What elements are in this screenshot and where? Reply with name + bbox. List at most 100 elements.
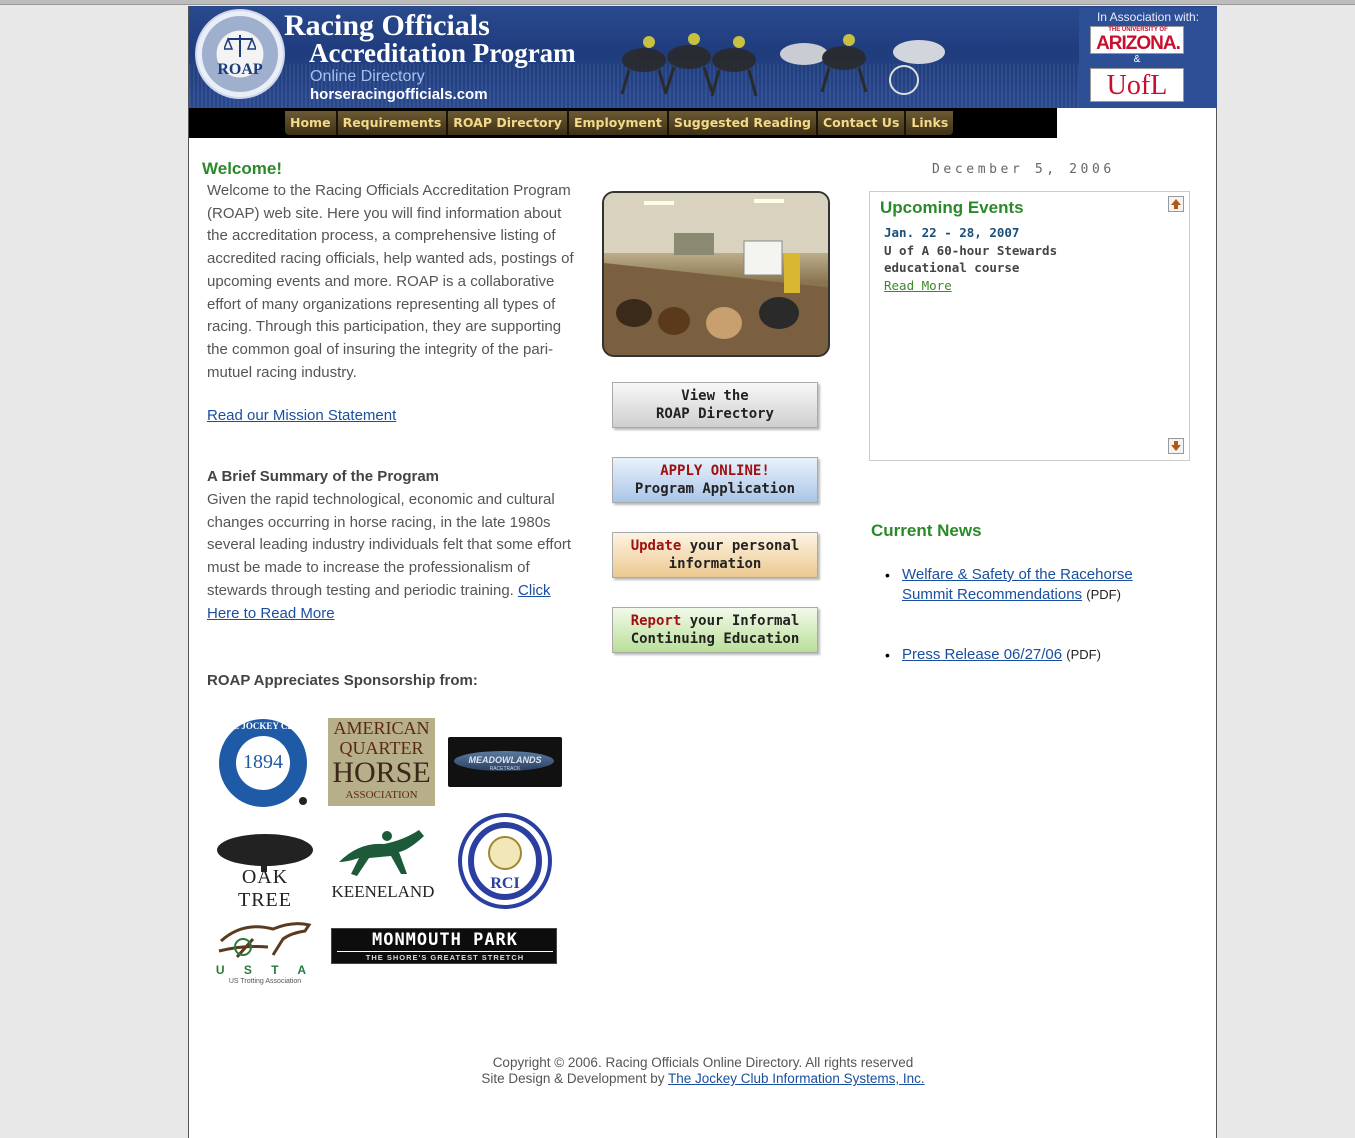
design-credit: Site Design & Development by The Jockey …: [189, 1071, 1217, 1087]
oak-tree-name: OAK TREE: [238, 866, 292, 911]
jockey-club-logo[interactable]: 1894 THE JOCKEY CLUB: [219, 717, 311, 809]
roap-seal-logo[interactable]: ROAP: [195, 9, 285, 99]
aqha-line4: ASSOCIATION: [345, 789, 418, 801]
aqha-line3: HORSE: [332, 756, 431, 789]
nav-home[interactable]: Home: [285, 111, 338, 135]
association-label: In Association with:: [1096, 10, 1200, 24]
scroll-up-button[interactable]: [1168, 196, 1184, 212]
events-heading: Upcoming Events: [880, 198, 1024, 217]
report-rest: your Informal: [681, 613, 800, 629]
monmouth-name: MONMOUTH PARK: [371, 930, 519, 950]
arrow-down-icon: [1171, 441, 1181, 451]
classroom-scene: [604, 193, 828, 355]
update-info-line1: Update your personal: [613, 537, 817, 555]
jockey-club-name: THE JOCKEY CLUB: [220, 721, 306, 731]
event-date: Jan. 22 - 28, 2007: [884, 225, 1020, 240]
logo-text: ROAP: [217, 61, 263, 78]
nav-contact-us[interactable]: Contact Us: [818, 111, 907, 135]
news-item: • Press Release 06/27/06 (PDF): [885, 645, 1101, 665]
view-directory-line1: View the: [681, 388, 749, 404]
design-credit-prefix: Site Design & Development by: [481, 1071, 668, 1086]
jockey-club-year: 1894: [243, 751, 283, 773]
usta-letters: U S T A: [215, 963, 315, 977]
meadowlands-logo[interactable]: MEADOWLANDS RACETRACK: [448, 737, 562, 787]
usta-sub: US Trotting Association: [228, 978, 302, 985]
current-date: December 5, 2006: [932, 162, 1115, 177]
nav-suggested-reading[interactable]: Suggested Reading: [669, 111, 818, 135]
bullet-icon: •: [885, 567, 890, 583]
university-of-arizona-logo[interactable]: THE UNIVERSITY OF ARIZONA.: [1090, 26, 1184, 54]
site-subtitle: Online Directory: [310, 68, 425, 85]
nav-roap-directory[interactable]: ROAP Directory: [448, 111, 569, 135]
scroll-down-button[interactable]: [1168, 438, 1184, 454]
sponsors-heading: ROAP Appreciates Sponsorship from:: [207, 672, 478, 689]
monmouth-tagline: THE SHORE'S GREATEST STRETCH: [365, 953, 525, 962]
apply-online-button[interactable]: APPLY ONLINE! Program Application: [612, 457, 818, 503]
update-info-line2: information: [668, 556, 762, 572]
usta-trotter-icon: [218, 922, 312, 958]
design-credit-link[interactable]: The Jockey Club Information Systems, Inc…: [668, 1071, 925, 1086]
news-link-welfare-line1[interactable]: Welfare & Safety of the Racehorse: [902, 566, 1133, 583]
site-domain: horseracingofficials.com: [310, 86, 488, 103]
report-line1: Report your Informal: [613, 612, 817, 630]
aqha-logo[interactable]: AMERICAN QUARTER HORSE ASSOCIATION: [328, 718, 435, 806]
arrow-up-icon: [1171, 199, 1181, 209]
page-container: ROAP Racing Officials Accreditation Prog…: [188, 6, 1217, 1138]
uofl-logo[interactable]: UofL: [1090, 68, 1184, 102]
nav-employment[interactable]: Employment: [569, 111, 669, 135]
summary-body: Given the rapid technological, economic …: [207, 491, 572, 599]
classroom-photo: [602, 191, 830, 357]
monmouth-park-logo[interactable]: MONMOUTH PARK THE SHORE'S GREATEST STRET…: [331, 928, 557, 964]
update-highlight: Update: [630, 538, 682, 554]
ampersand: &: [1133, 54, 1141, 65]
rci-name: RCI: [490, 875, 520, 892]
pdf-label: (PDF): [1066, 647, 1101, 662]
summary-text: Given the rapid technological, economic …: [207, 489, 582, 625]
rci-logo[interactable]: RCI: [457, 813, 553, 909]
welcome-text: Welcome to the Racing Officials Accredit…: [207, 182, 574, 381]
news-link-welfare-line2[interactable]: Summit Recommendations: [902, 586, 1082, 603]
site-header: ROAP Racing Officials Accreditation Prog…: [189, 6, 1217, 108]
event-read-more-link[interactable]: Read More: [884, 278, 952, 293]
bullet-icon: •: [885, 647, 890, 663]
news-link-press-release[interactable]: Press Release 06/27/06: [902, 646, 1062, 663]
aqha-line1: AMERICAN: [333, 718, 430, 738]
oak-tree-logo[interactable]: OAK TREE: [213, 832, 317, 911]
nav-requirements[interactable]: Requirements: [338, 111, 449, 135]
usta-logo[interactable]: U S T A US Trotting Association: [213, 911, 317, 991]
report-highlight: Report: [630, 613, 682, 629]
report-line2: Continuing Education: [630, 631, 800, 647]
association-panel: In Association with: THE UNIVERSITY OF A…: [1079, 8, 1217, 108]
report-education-button[interactable]: Report your Informal Continuing Educatio…: [612, 607, 818, 653]
meadowlands-name: MEADOWLANDS: [468, 755, 542, 765]
news-heading: Current News: [871, 521, 982, 540]
view-directory-line2: ROAP Directory: [655, 406, 774, 422]
racing-horses-banner: [620, 33, 945, 97]
summary-heading: A Brief Summary of the Program: [207, 468, 439, 485]
footer: Copyright © 2006. Racing Officials Onlin…: [189, 1055, 1217, 1087]
scales-icon: [224, 35, 256, 57]
update-info-button[interactable]: Update your personal information: [612, 532, 818, 578]
main-nav: Home Requirements ROAP Directory Employm…: [189, 108, 1057, 138]
copyright-text: Copyright © 2006. Racing Officials Onlin…: [492, 1055, 914, 1070]
mission-statement-link[interactable]: Read our Mission Statement: [207, 407, 396, 424]
browser-top-rule: [0, 0, 1355, 5]
pdf-label: (PDF): [1086, 587, 1121, 602]
meadowlands-sub: RACETRACK: [489, 766, 521, 772]
rci-emblem: [458, 813, 552, 909]
nav-bar: Home Requirements ROAP Directory Employm…: [285, 111, 954, 135]
apply-online-line1: APPLY ONLINE!: [660, 463, 770, 479]
keeneland-horse-icon: [339, 830, 424, 876]
nav-links[interactable]: Links: [906, 111, 953, 135]
view-directory-button[interactable]: View the ROAP Directory: [612, 382, 818, 428]
apply-online-line2: Program Application: [634, 481, 796, 497]
keeneland-name: KEENELAND: [331, 882, 435, 901]
upcoming-events-panel: Upcoming Events Jan. 22 - 28, 2007 U of …: [869, 191, 1190, 461]
site-title-line2: Accreditation Program: [309, 38, 576, 68]
arizona-logo-text: ARIZONA.: [1096, 33, 1181, 54]
event-description: U of A 60-hour Stewards educational cour…: [884, 243, 1058, 275]
keeneland-logo[interactable]: KEENELAND: [329, 822, 437, 902]
aqha-line2: QUARTER: [339, 738, 424, 758]
news-item: • Welfare & Safety of the Racehorse Summ…: [885, 565, 1133, 605]
update-rest: your personal: [681, 538, 800, 554]
